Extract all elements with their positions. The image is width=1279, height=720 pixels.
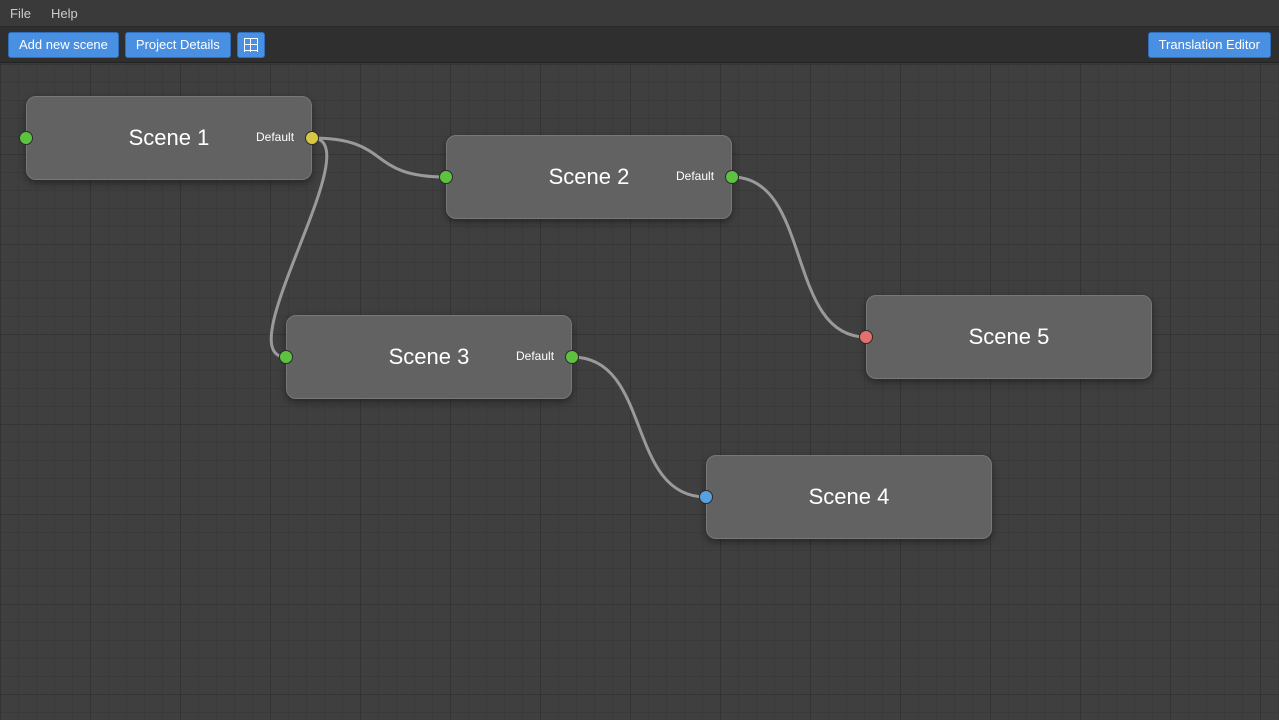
grid-toggle-button[interactable] bbox=[237, 32, 265, 58]
input-port-scene4[interactable] bbox=[699, 490, 713, 504]
translation-editor-button[interactable]: Translation Editor bbox=[1148, 32, 1271, 58]
toolbar: Add new scene Project Details Translatio… bbox=[0, 27, 1279, 63]
scene-node-title: Scene 1 bbox=[129, 125, 210, 151]
project-details-button[interactable]: Project Details bbox=[125, 32, 231, 58]
scene-node-scene2[interactable]: Scene 2 bbox=[446, 135, 732, 219]
output-port-scene2[interactable] bbox=[725, 170, 739, 184]
menu-file[interactable]: File bbox=[0, 0, 41, 26]
scene-node-scene4[interactable]: Scene 4 bbox=[706, 455, 992, 539]
menubar: File Help bbox=[0, 0, 1279, 27]
scene-graph-canvas[interactable]: Scene 1DefaultScene 2DefaultScene 3Defau… bbox=[0, 64, 1279, 720]
input-port-scene2[interactable] bbox=[439, 170, 453, 184]
input-port-scene5[interactable] bbox=[859, 330, 873, 344]
scene-node-title: Scene 2 bbox=[549, 164, 630, 190]
wire-scene3-scene4 bbox=[572, 357, 706, 497]
output-port-scene3[interactable] bbox=[565, 350, 579, 364]
input-port-scene3[interactable] bbox=[279, 350, 293, 364]
scene-node-scene5[interactable]: Scene 5 bbox=[866, 295, 1152, 379]
grid-icon bbox=[244, 38, 258, 52]
add-new-scene-button[interactable]: Add new scene bbox=[8, 32, 119, 58]
scene-node-scene3[interactable]: Scene 3 bbox=[286, 315, 572, 399]
scene-node-title: Scene 5 bbox=[969, 324, 1050, 350]
output-port-scene1[interactable] bbox=[305, 131, 319, 145]
scene-node-scene1[interactable]: Scene 1 bbox=[26, 96, 312, 180]
scene-node-title: Scene 4 bbox=[809, 484, 890, 510]
menu-help[interactable]: Help bbox=[41, 0, 88, 26]
wire-scene1-scene2 bbox=[312, 138, 446, 177]
scene-node-title: Scene 3 bbox=[389, 344, 470, 370]
wire-scene2-scene5 bbox=[732, 177, 866, 337]
input-port-scene1[interactable] bbox=[19, 131, 33, 145]
